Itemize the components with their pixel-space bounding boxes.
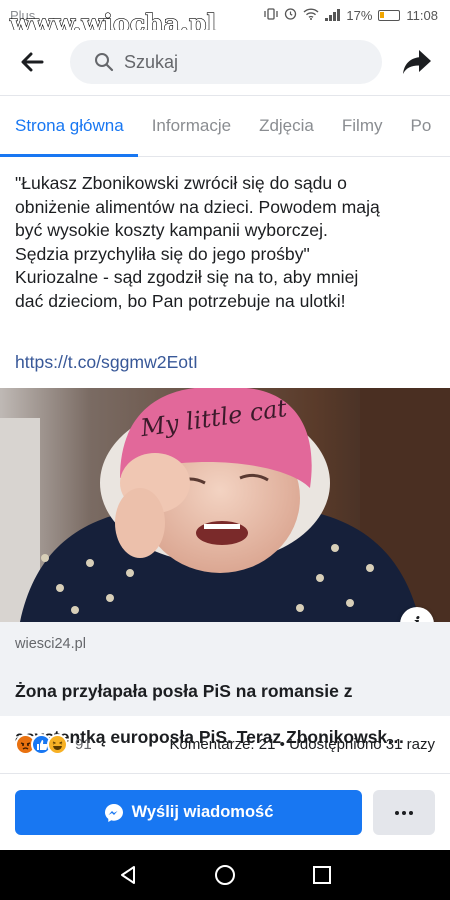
system-nav-bar	[0, 850, 450, 900]
triangle-back-icon	[121, 866, 136, 884]
page-tabs: Strona główna Informacje Zdjęcia Filmy P…	[0, 95, 450, 157]
tab-posts-truncated[interactable]: Po	[396, 96, 445, 156]
link-preview[interactable]: wiesci24.pl Żona przyłapała posła PiS na…	[0, 622, 450, 747]
dot-icon	[409, 810, 413, 815]
engagement-summary: Komentarze: 21 • Udostępniono 31 razy	[170, 736, 435, 753]
search-header: Szukaj	[0, 30, 450, 94]
clock: 11:08	[406, 7, 438, 23]
wifi-icon	[303, 7, 319, 23]
nav-recents-button[interactable]	[302, 855, 342, 895]
vibrate-icon	[264, 7, 279, 23]
status-icons: 17% 11:08	[264, 7, 438, 23]
post-text-line: Kuriozalne - sąd zgodził się na to, aby …	[15, 267, 359, 287]
dot-icon	[395, 810, 399, 815]
link-title-line: Żona przyłapała posła PiS na romansie z	[15, 681, 353, 701]
post-text: "Łukasz Zbonikowski zwrócił się do sądu …	[15, 172, 435, 313]
comments-count[interactable]: Komentarze: 21	[170, 736, 276, 753]
post-text-line: Sędzia przychyliła się do jego prośby"	[15, 243, 310, 264]
link-domain: wiesci24.pl	[15, 636, 86, 652]
post-text-line: "Łukasz Zbonikowski zwrócił się do sądu …	[15, 173, 347, 193]
reactions-row: 91 Komentarze: 21 • Udostępniono 31 razy	[0, 716, 450, 774]
circle-home-icon	[214, 865, 235, 885]
crying-child-photo: My little cat	[0, 388, 450, 622]
tab-videos[interactable]: Filmy	[328, 96, 397, 156]
haha-reaction-icon	[47, 734, 68, 755]
battery-icon	[378, 9, 401, 21]
tab-home[interactable]: Strona główna	[0, 96, 138, 157]
tab-info[interactable]: Informacje	[138, 96, 245, 156]
dot-icon	[402, 810, 406, 815]
post-image[interactable]: My little cat	[0, 388, 450, 622]
post-text-line: dać dzieciom, bo Pan potrzebuje na ulotk…	[15, 290, 346, 311]
search-placeholder: Szukaj	[124, 51, 179, 72]
signal-icon	[325, 9, 341, 21]
messenger-icon	[104, 803, 123, 822]
tab-photos[interactable]: Zdjęcia	[245, 96, 328, 156]
search-icon	[95, 53, 114, 72]
back-button[interactable]	[16, 46, 48, 78]
search-input[interactable]: Szukaj	[70, 40, 382, 84]
send-message-button[interactable]: Wyślij wiadomość	[15, 790, 362, 835]
reaction-count[interactable]: 91	[75, 736, 92, 753]
action-bar: Wyślij wiadomość	[0, 775, 450, 850]
battery-percent: 17%	[346, 7, 373, 23]
square-recents-icon	[312, 866, 331, 884]
post-text-line: być wysokie koszty kampanii wyborczej.	[15, 220, 328, 240]
share-arrow-icon	[403, 50, 431, 74]
post-text-line: obniżenie alimentów na dzieci. Powodem m…	[15, 196, 380, 217]
alarm-icon	[284, 7, 297, 23]
arrow-left-icon	[21, 52, 44, 72]
nav-back-button[interactable]	[108, 855, 148, 895]
status-bar: Plus www.wiocha.pl 17% 11:08	[0, 0, 450, 39]
send-message-label: Wyślij wiadomość	[131, 803, 274, 821]
share-button[interactable]	[400, 46, 434, 78]
post-link[interactable]: https://t.co/sggmw2EotI	[15, 352, 198, 373]
nav-home-button[interactable]	[205, 855, 245, 895]
reaction-icons[interactable]	[15, 734, 68, 755]
separator-dot: •	[279, 736, 285, 753]
shares-count[interactable]: Udostępniono 31 razy	[289, 736, 435, 753]
more-options-button[interactable]	[373, 790, 435, 835]
